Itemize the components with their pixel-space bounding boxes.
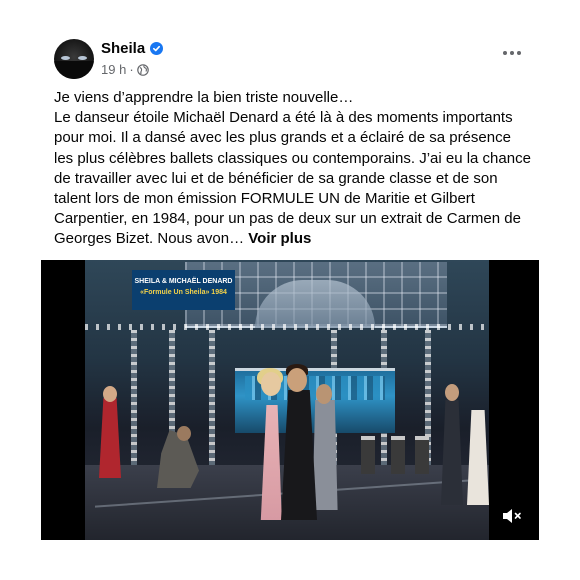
video-player[interactable]: SHEILA & MICHAËL DENARD «Formule Un Shei… bbox=[41, 260, 539, 540]
post-paragraph-text: Le danseur étoile Michaël Denard a été l… bbox=[54, 109, 531, 248]
speaker-muted-icon[interactable] bbox=[501, 506, 523, 526]
post-paragraph: Le danseur étoile Michaël Denard a été l… bbox=[54, 108, 532, 249]
globe-icon[interactable] bbox=[136, 63, 149, 76]
meta-separator: · bbox=[129, 62, 134, 77]
author-avatar[interactable] bbox=[54, 39, 94, 79]
kneeling-dancer-head bbox=[177, 426, 191, 441]
bar-stool bbox=[415, 436, 429, 474]
author-row: Sheila bbox=[101, 40, 164, 57]
avatar-veil bbox=[54, 61, 94, 79]
see-more-link[interactable]: Voir plus bbox=[248, 230, 311, 247]
background-dancer-right-2 bbox=[467, 410, 489, 505]
bar-stool bbox=[391, 436, 405, 474]
video-caption: SHEILA & MICHAËL DENARD «Formule Un Shei… bbox=[132, 270, 235, 310]
verified-badge-icon bbox=[150, 42, 164, 55]
background-dancer-right bbox=[441, 400, 463, 505]
caption-subtitle: «Formule Un Sheila» 1984 bbox=[140, 289, 227, 296]
grey-suit-dancer-head bbox=[316, 384, 332, 404]
more-options-icon[interactable] bbox=[499, 43, 525, 63]
post-line-1: Je viens d’apprendre la bien triste nouv… bbox=[54, 89, 354, 106]
bar-stool bbox=[361, 436, 375, 474]
post-time[interactable]: 19 h bbox=[101, 62, 126, 77]
woman-dancer-head bbox=[261, 372, 281, 396]
background-dancer-head bbox=[103, 386, 117, 402]
background-dancer-right-head bbox=[445, 384, 459, 401]
post-text: Je viens d’apprendre la bien triste nouv… bbox=[54, 88, 532, 250]
post-meta: 19 h · bbox=[101, 62, 149, 77]
light-pillar bbox=[209, 330, 215, 470]
video-frame[interactable]: SHEILA & MICHAËL DENARD «Formule Un Shei… bbox=[85, 260, 489, 540]
author-name[interactable]: Sheila bbox=[101, 40, 145, 57]
man-dancer-head bbox=[287, 368, 307, 392]
caption-title: SHEILA & MICHAËL DENARD bbox=[134, 278, 233, 285]
background-dancer bbox=[99, 398, 121, 478]
light-pillar bbox=[131, 330, 137, 470]
facebook-post: Sheila 19 h · Je viens d’apprendre la bi… bbox=[41, 28, 539, 548]
